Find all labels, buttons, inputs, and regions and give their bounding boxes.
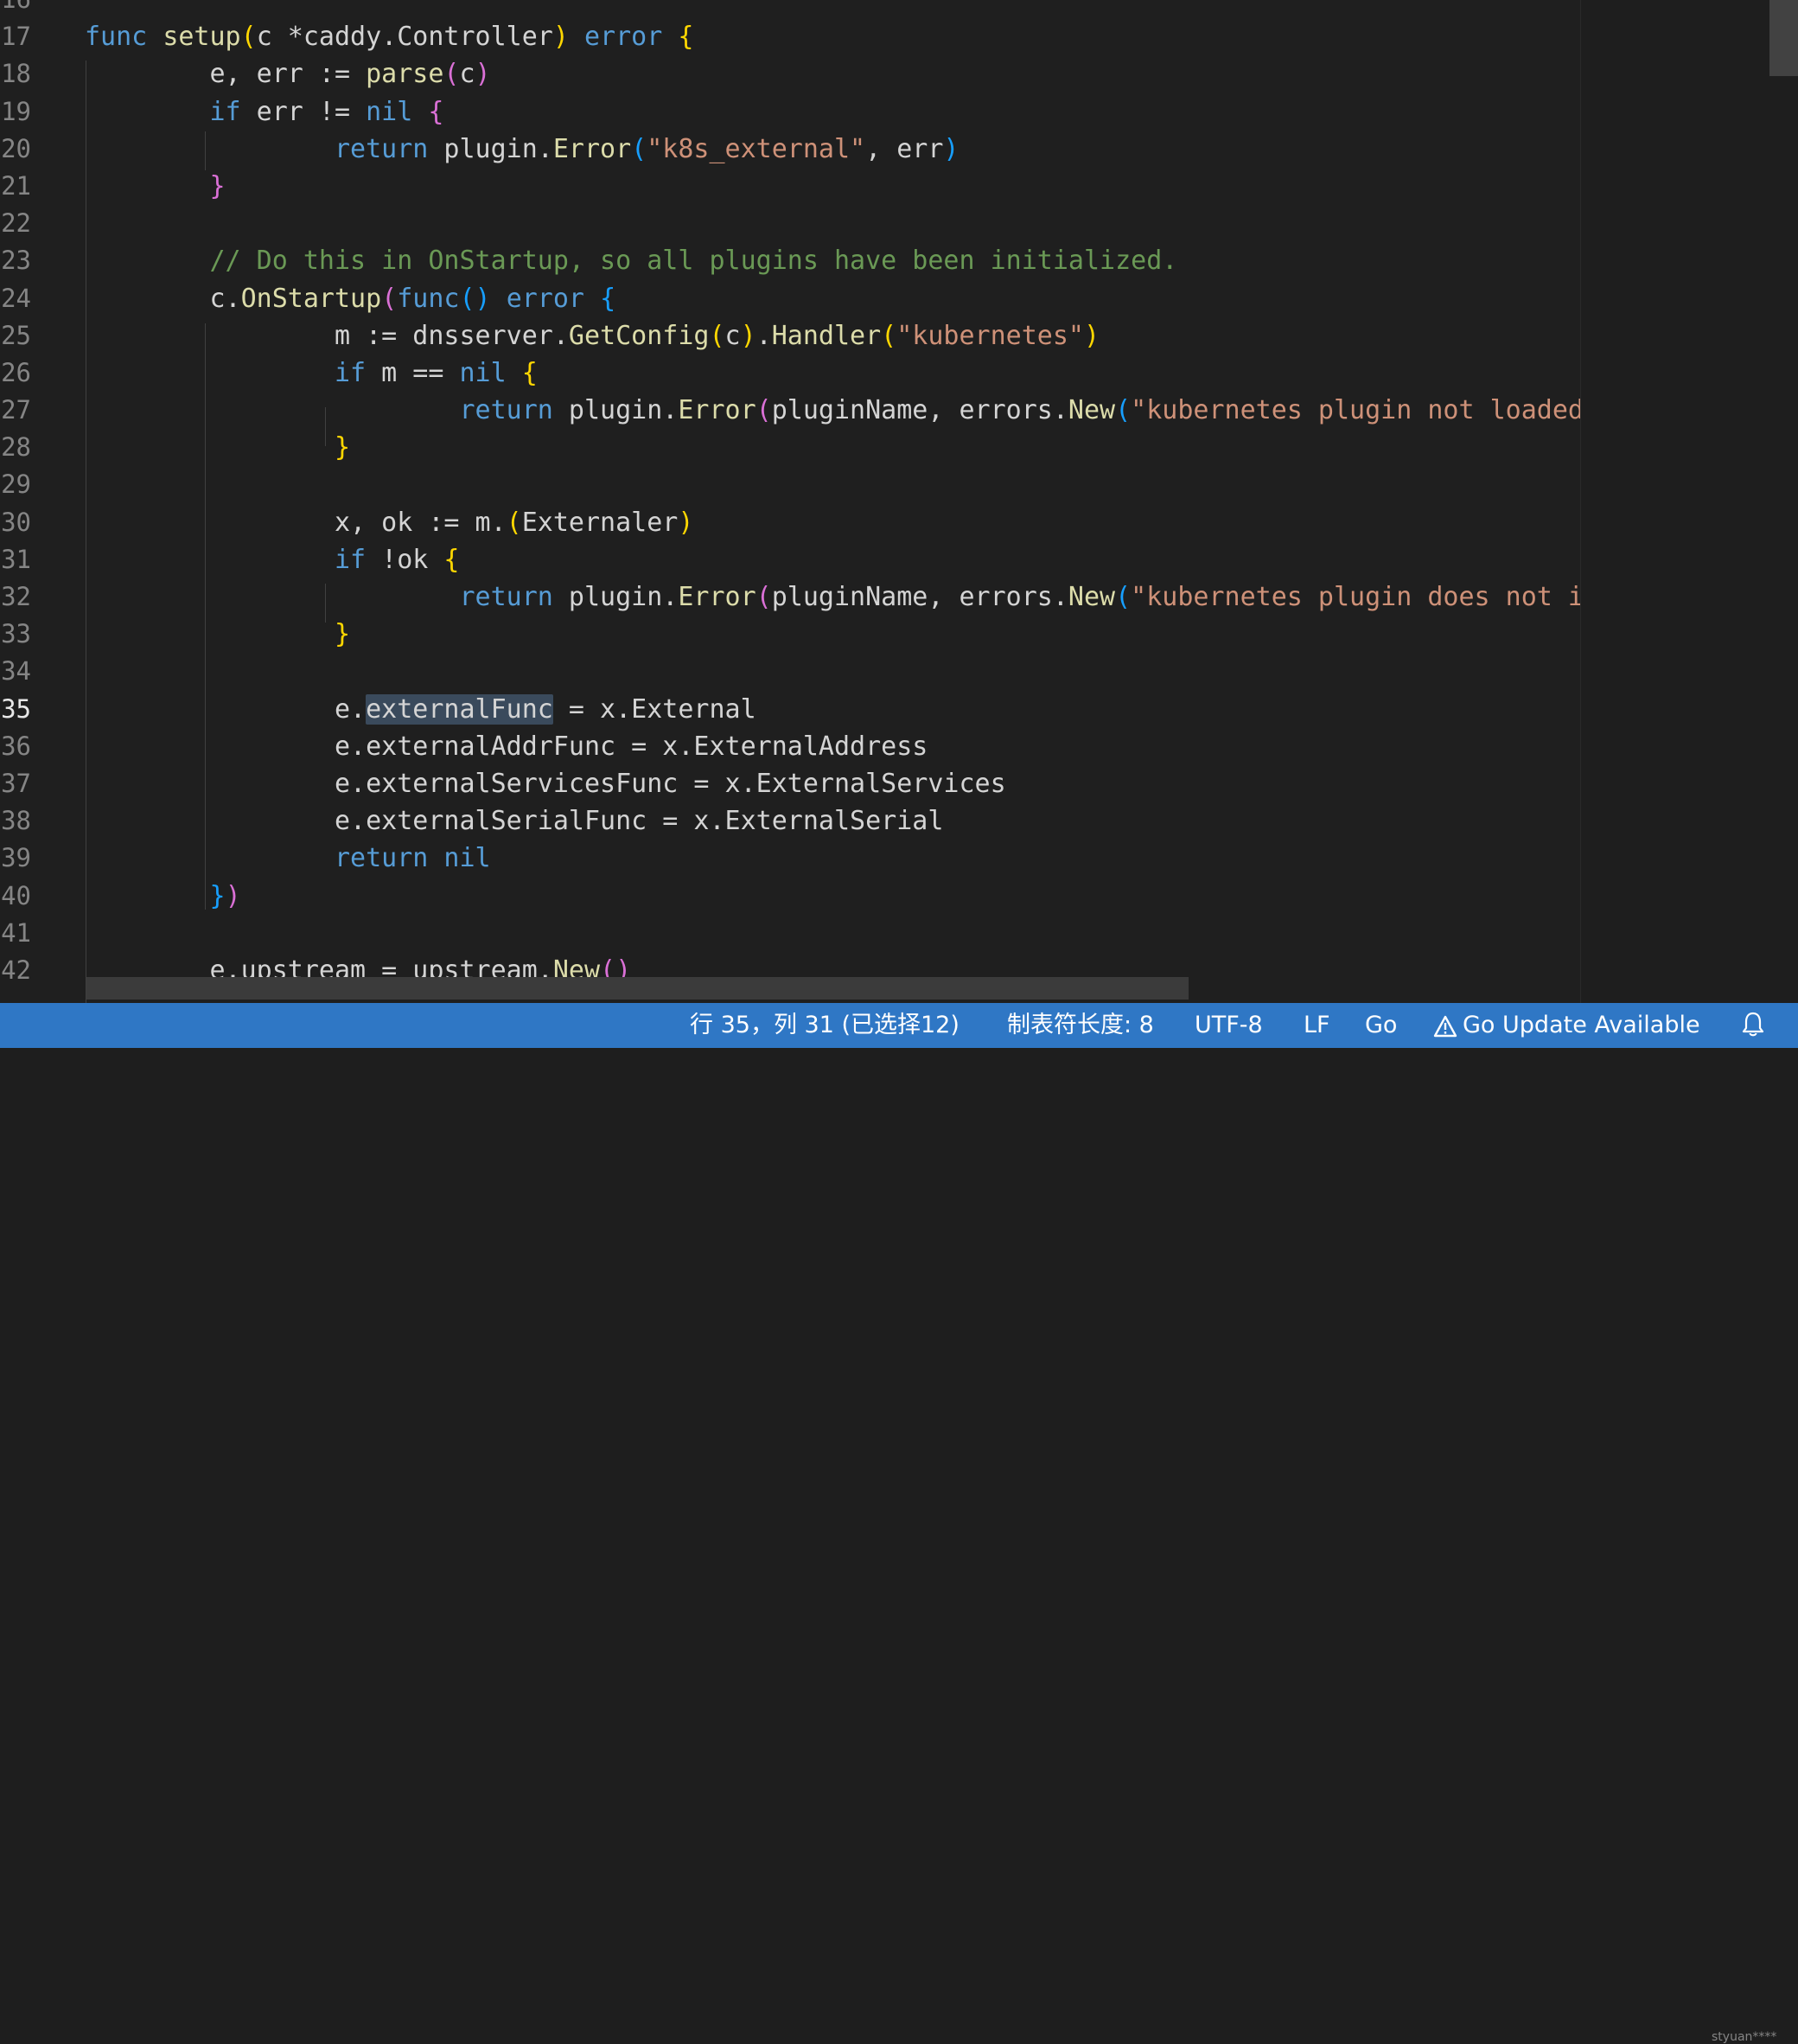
line-number: 30 <box>1 507 31 537</box>
eol-indicator[interactable]: LF <box>1304 1003 1330 1048</box>
line-number: 21 <box>1 170 31 201</box>
line-number: 34 <box>1 656 31 687</box>
line-number: 20 <box>1 133 31 163</box>
code-line-36[interactable]: 36 e.externalAddrFunc = x.ExternalAddres… <box>0 728 1580 765</box>
cursor-position[interactable]: 行 35，列 31 (已选择12) <box>690 1003 960 1048</box>
bell-icon[interactable] <box>1741 1011 1765 1038</box>
line-code[interactable]: if err != nil { <box>85 93 444 131</box>
line-code[interactable]: return plugin.Error(pluginName, errors.N… <box>85 578 1646 616</box>
line-code[interactable]: } <box>85 616 350 653</box>
vertical-scrollbar-thumb[interactable] <box>1769 0 1798 76</box>
code-line-18[interactable]: 18 e, err := parse(c) <box>0 55 1580 93</box>
line-number: 25 <box>1 320 31 350</box>
code-line-20[interactable]: 20 return plugin.Error("k8s_external", e… <box>0 131 1580 168</box>
code-line-24[interactable]: 24 c.OnStartup(func() error { <box>0 280 1580 317</box>
line-code[interactable]: } <box>85 429 350 466</box>
line-code[interactable]: // Do this in OnStartup, so all plugins … <box>85 242 1178 279</box>
code-line-22[interactable]: 22 <box>0 205 1580 242</box>
code-line-33[interactable]: 33 } <box>0 616 1580 653</box>
code-line-26[interactable]: 26 if m == nil { <box>0 355 1580 392</box>
line-code[interactable]: x, ok := m.(Externaler) <box>85 504 693 541</box>
line-code[interactable]: e.externalAddrFunc = x.ExternalAddress <box>85 728 928 765</box>
line-number: 19 <box>1 96 31 126</box>
line-number: 26 <box>1 357 31 387</box>
line-number: 24 <box>1 283 31 313</box>
code-line-37[interactable]: 37 e.externalServicesFunc = x.ExternalSe… <box>0 765 1580 802</box>
line-code[interactable]: }) <box>85 878 241 915</box>
code-line-29[interactable]: 29 <box>0 466 1580 503</box>
tab-size-indicator[interactable]: 制表符长度: 8 <box>1007 1003 1154 1048</box>
code-line-23[interactable]: 23 // Do this in OnStartup, so all plugi… <box>0 242 1580 279</box>
line-code[interactable]: e.externalFunc = x.External <box>85 691 756 728</box>
go-update-label: Go Update Available <box>1463 1012 1700 1038</box>
line-number: 42 <box>1 955 31 985</box>
line-number: 41 <box>1 917 31 948</box>
encoding-indicator[interactable]: UTF-8 <box>1195 1003 1263 1048</box>
code-line-17[interactable]: 17 func setup(c *caddy.Controller) error … <box>0 18 1580 55</box>
code-line-16[interactable]: 16 <box>0 0 1580 18</box>
code-line-38[interactable]: 38 e.externalSerialFunc = x.ExternalSeri… <box>0 802 1580 840</box>
code-line-40[interactable]: 40 }) <box>0 878 1580 915</box>
code-editor[interactable]: 16 17 func setup(c *caddy.Controller) erro… <box>0 0 1798 1003</box>
line-code[interactable]: m := dnsserver.GetConfig(c).Handler("kub… <box>85 317 1100 355</box>
code-line-31[interactable]: 31 if !ok { <box>0 541 1580 578</box>
code-line-19[interactable]: 19 if err != nil { <box>0 93 1580 131</box>
indent-guide <box>205 131 206 170</box>
code-line-28[interactable]: 28 } <box>0 429 1580 466</box>
indent-guide <box>325 584 326 623</box>
line-number: 22 <box>1 208 31 239</box>
line-code[interactable]: func setup(c *caddy.Controller) error { <box>85 18 693 55</box>
code-line-30[interactable]: 30 x, ok := m.(Externaler) <box>0 504 1580 541</box>
line-code[interactable]: c.OnStartup(func() error { <box>85 280 615 317</box>
language-mode[interactable]: Go <box>1365 1003 1397 1048</box>
line-code[interactable]: } <box>85 168 226 205</box>
line-code[interactable]: e.externalSerialFunc = x.ExternalSerial <box>85 802 943 840</box>
line-number: 38 <box>1 806 31 836</box>
line-number: 27 <box>1 395 31 425</box>
line-number: 18 <box>1 59 31 89</box>
line-number: 23 <box>1 246 31 276</box>
line-number: 33 <box>1 619 31 649</box>
line-number: 16 <box>0 0 31 18</box>
line-code[interactable]: e.externalServicesFunc = x.ExternalServi… <box>85 765 1006 802</box>
line-code[interactable]: return nil <box>85 840 491 877</box>
code-line-25[interactable]: 25 m := dnsserver.GetConfig(c).Handler("… <box>0 317 1580 355</box>
line-number: 32 <box>1 582 31 611</box>
line-code[interactable]: e, err := parse(c) <box>85 55 490 93</box>
code-line-39[interactable]: 39 return nil <box>0 840 1580 877</box>
line-number: 17 <box>1 22 31 52</box>
code-line-41[interactable]: 41 <box>0 915 1580 952</box>
code-line-27[interactable]: 27 return plugin.Error(pluginName, error… <box>0 392 1630 429</box>
vertical-scrollbar-track[interactable] <box>1766 0 1798 1003</box>
line-number: 35 <box>1 693 31 724</box>
line-code[interactable]: return plugin.Error(pluginName, errors.N… <box>85 392 1630 429</box>
line-number: 39 <box>1 843 31 873</box>
warning-icon <box>1433 1015 1457 1037</box>
indent-guide <box>325 407 326 446</box>
horizontal-scrollbar-thumb[interactable] <box>86 977 1189 1000</box>
line-number: 40 <box>1 880 31 910</box>
code-line-32[interactable]: 32 return plugin.Error(pluginName, error… <box>0 578 1646 616</box>
status-bar: 行 35，列 31 (已选择12) 制表符长度: 8 UTF-8 LF Go G… <box>0 1003 1798 2044</box>
line-number: 37 <box>1 768 31 798</box>
line-code[interactable]: if !ok { <box>85 541 460 578</box>
code-line-21[interactable]: 21 } <box>0 168 1580 205</box>
line-number: 36 <box>1 731 31 761</box>
indent-guide <box>205 323 206 910</box>
line-number: 28 <box>1 432 31 463</box>
code-line-34[interactable]: 34 <box>0 653 1580 690</box>
line-number: 31 <box>1 544 31 574</box>
code-lines[interactable]: 16 17 func setup(c *caddy.Controller) erro… <box>0 0 1646 989</box>
line-code[interactable]: return plugin.Error("k8s_external", err) <box>85 131 960 168</box>
code-line-35[interactable]: 35 e.externalFunc = x.External <box>0 691 1580 728</box>
line-code[interactable]: if m == nil { <box>85 355 538 392</box>
watermark-text: styuan**** <box>1712 2030 1777 2044</box>
go-update-button[interactable]: Go Update Available <box>1433 1003 1700 1048</box>
line-number: 29 <box>1 469 31 500</box>
minimap[interactable] <box>1580 0 1767 1003</box>
